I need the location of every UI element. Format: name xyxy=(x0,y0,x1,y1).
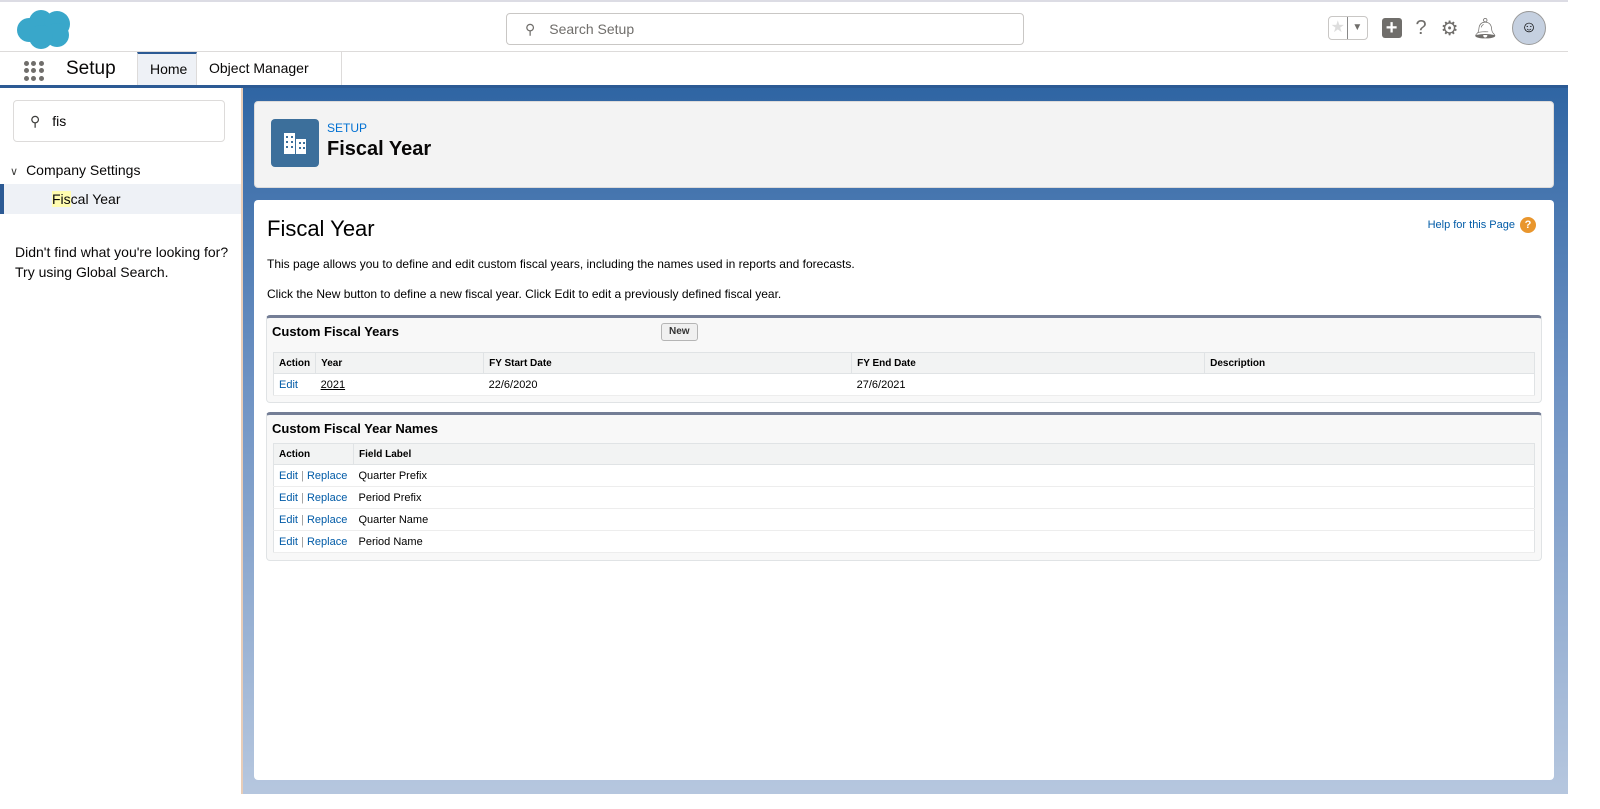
description: This page allows you to define and edit … xyxy=(267,257,855,271)
bell-icon[interactable]: 🔔︎ xyxy=(1473,16,1498,41)
year-link[interactable]: 2021 xyxy=(321,379,345,391)
field-label: Quarter Name xyxy=(353,508,1535,531)
section-title: Custom Fiscal Years xyxy=(272,324,399,339)
column-header: Action xyxy=(273,352,317,374)
edit-link[interactable]: Edit xyxy=(279,514,298,526)
edit-link[interactable]: Edit xyxy=(279,492,298,504)
hint-line: Try using Global Search. xyxy=(15,264,169,280)
avatar[interactable]: ☺ xyxy=(1512,11,1546,45)
new-button[interactable]: New xyxy=(661,323,698,341)
replace-link[interactable]: Replace xyxy=(307,492,347,504)
chevron-down-icon: ∨ xyxy=(10,166,19,178)
search-highlight: Fis xyxy=(52,191,71,207)
edit-link[interactable]: Edit xyxy=(279,379,298,391)
help-icon: ? xyxy=(1520,217,1536,233)
favorites-button[interactable]: ★ ▼ xyxy=(1327,16,1368,40)
table-row: Edit | Replace Period Name xyxy=(273,530,1535,553)
replace-link[interactable]: Replace xyxy=(307,470,347,482)
column-header: Action xyxy=(273,443,354,465)
page-header: SETUP Fiscal Year xyxy=(254,101,1554,188)
table-row: Edit 2021 22/6/2020 27/6/2021 xyxy=(273,373,1535,396)
item-label: cal Year xyxy=(70,191,121,207)
quick-find-value: fis xyxy=(52,113,67,129)
table-row: Edit | Replace Quarter Name xyxy=(273,508,1535,531)
description-cell xyxy=(1204,373,1535,396)
global-search-input[interactable]: ⚲ Search Setup xyxy=(506,13,1024,45)
search-icon: ⚲ xyxy=(525,20,536,37)
field-label: Quarter Prefix xyxy=(353,464,1535,487)
app-nav-bar: Setup Home Object Manager ⌄ xyxy=(0,52,1568,109)
table-row: Edit | Replace Quarter Prefix xyxy=(273,464,1535,487)
favorites-dropdown-icon[interactable]: ▼ xyxy=(1347,17,1367,39)
content-title: Fiscal Year xyxy=(267,216,375,241)
help-link[interactable]: Help for this Page? xyxy=(1428,217,1536,233)
field-label: Period Prefix xyxy=(353,486,1535,509)
app-title: Setup xyxy=(66,58,116,79)
replace-link[interactable]: Replace xyxy=(307,536,347,548)
sidebar-group-company-settings[interactable]: ∨ Company Settings xyxy=(10,162,140,178)
page-title: Fiscal Year xyxy=(327,138,432,160)
tab-object-manager[interactable]: Object Manager ⌄ xyxy=(197,52,342,109)
field-label: Period Name xyxy=(353,530,1535,553)
breadcrumb[interactable]: SETUP xyxy=(327,121,367,135)
hint-line: Didn't find what you're looking for? xyxy=(15,244,229,260)
section-title: Custom Fiscal Year Names xyxy=(272,421,438,436)
separator: | xyxy=(301,513,304,526)
separator: | xyxy=(301,535,304,548)
tab-home[interactable]: Home xyxy=(137,52,197,85)
instructions: Click the New button to define a new fis… xyxy=(267,287,782,301)
salesforce-logo[interactable] xyxy=(15,8,73,50)
star-icon[interactable]: ★ xyxy=(1329,17,1348,39)
fy-end-date: 27/6/2021 xyxy=(851,373,1205,396)
building-icon xyxy=(271,119,319,167)
setup-sidebar: ⚲ fis ∨ Company Settings Fiscal Year Didn'… xyxy=(0,88,243,794)
column-header: Field Label xyxy=(353,443,1535,465)
custom-fiscal-years-section: Custom Fiscal Years New Action Year FY S… xyxy=(266,315,1542,403)
column-header: FY End Date xyxy=(851,352,1206,374)
edit-link[interactable]: Edit xyxy=(279,536,298,548)
quick-find-input[interactable]: ⚲ fis xyxy=(13,100,225,142)
fy-start-date: 22/6/2020 xyxy=(483,373,852,396)
column-header: Description xyxy=(1204,352,1535,374)
search-icon: ⚲ xyxy=(30,112,41,129)
content-card: Fiscal Year Help for this Page? This pag… xyxy=(254,200,1554,780)
separator: | xyxy=(301,469,304,482)
custom-fiscal-year-names-section: Custom Fiscal Year Names Action Field La… xyxy=(266,412,1542,561)
gear-icon[interactable]: ⚙ xyxy=(1441,16,1459,41)
edit-link[interactable]: Edit xyxy=(279,470,298,482)
not-found-hint: Didn't find what you're looking for? Try … xyxy=(15,242,228,282)
sidebar-item-fiscal-year[interactable]: Fiscal Year xyxy=(0,184,241,214)
group-label: Company Settings xyxy=(26,162,141,178)
fiscal-names-table: Action Field Label Edit | Replace Quarter… xyxy=(273,443,1535,553)
app-launcher-icon[interactable] xyxy=(24,61,44,81)
replace-link[interactable]: Replace xyxy=(307,514,347,526)
column-header: FY Start Date xyxy=(483,352,853,374)
fiscal-years-table: Action Year FY Start Date FY End Date De… xyxy=(273,352,1535,396)
help-icon[interactable]: ? xyxy=(1416,17,1427,40)
global-header: ⚲ Search Setup ★ ▼ + ? ⚙ 🔔︎ ☺ xyxy=(0,0,1568,52)
global-actions-plus-icon[interactable]: + xyxy=(1381,18,1402,38)
tab-label: Object Manager xyxy=(209,60,309,76)
column-header: Year xyxy=(315,352,485,374)
search-placeholder: Search Setup xyxy=(549,21,635,37)
table-row: Edit | Replace Period Prefix xyxy=(273,486,1535,509)
separator: | xyxy=(301,491,304,504)
help-link-label: Help for this Page xyxy=(1427,219,1515,231)
